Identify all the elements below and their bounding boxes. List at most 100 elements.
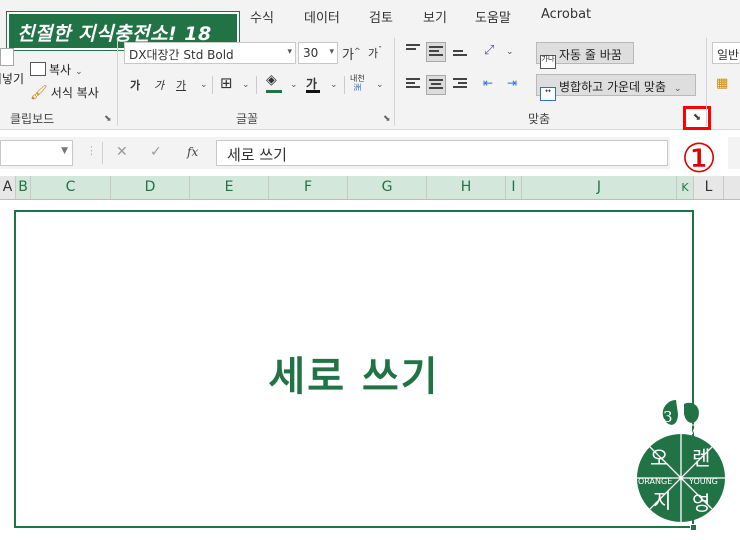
logo-char-bottom-right: 영 — [692, 491, 710, 515]
enter-icon[interactable]: ✓ — [150, 144, 162, 160]
group-separator — [117, 38, 118, 126]
divider — [102, 142, 103, 164]
column-header[interactable]: D — [111, 176, 190, 199]
phonetic-guide-button[interactable]: 내천 洲 — [350, 74, 365, 92]
orange-young-logo: 3 7 오 렌 ORANGE YOUNG 지 영 — [637, 400, 725, 522]
column-header[interactable]: L — [694, 176, 724, 199]
column-header[interactable]: A — [0, 176, 16, 199]
format-painter-icon: 🖌 — [30, 85, 48, 101]
group-separator — [706, 38, 707, 126]
copy-button[interactable]: 복사 ⌄ — [30, 61, 83, 78]
name-box[interactable]: ▼ — [0, 140, 73, 166]
font-color-swatch — [306, 90, 320, 93]
merge-center-icon: ↔ — [540, 87, 556, 101]
bottom-align-icon[interactable] — [453, 46, 467, 58]
fill-color-swatch — [266, 90, 282, 93]
borders-icon[interactable]: ⊞ — [220, 74, 233, 92]
grow-font-button[interactable]: 가^ — [342, 44, 361, 63]
alignment-group-label: 맞춤 — [528, 112, 551, 126]
font-size-select[interactable]: 30 ▾ — [298, 42, 338, 64]
logo-char-top-left: 오 — [650, 446, 668, 470]
currency-icon[interactable]: ▦ — [716, 76, 728, 91]
chevron-down-icon: ⌄ — [674, 84, 682, 94]
align-right-icon[interactable] — [453, 78, 467, 90]
clipboard-dialog-launcher-icon[interactable]: ⬊ — [104, 114, 112, 124]
grow-font-glyph: 가 — [342, 48, 354, 63]
clipboard-group-label: 클립보드 — [10, 112, 55, 126]
logo-number-left: 3 — [663, 408, 673, 426]
column-header[interactable]: C — [31, 176, 111, 199]
logo-char-bottom-left: 지 — [653, 489, 671, 513]
column-header[interactable]: F — [269, 176, 348, 199]
group-separator — [394, 38, 395, 126]
column-header[interactable]: I — [506, 176, 522, 199]
copy-label: 복사 — [49, 63, 72, 77]
column-header[interactable]: E — [190, 176, 269, 199]
number-format-select[interactable]: 일반 — [712, 42, 740, 64]
formula-input[interactable]: 세로 쓰기 — [216, 140, 668, 166]
logo-band-right: YOUNG — [688, 477, 718, 486]
tab-acrobat[interactable]: Acrobat — [541, 7, 591, 22]
column-header[interactable]: H — [427, 176, 506, 199]
worksheet-grid[interactable]: 세로 쓰기 — [0, 200, 740, 540]
font-group-label: 글꼴 — [236, 112, 259, 126]
drag-handle-icon[interactable]: ⋮ — [86, 144, 97, 157]
shrink-font-button[interactable]: 가ˇ — [368, 45, 382, 61]
italic-button[interactable]: 가 — [154, 77, 164, 93]
phonetic-bottom: 洲 — [353, 83, 362, 92]
ribbon: 수식 데이터 검토 보기 도움말 Acrobat 친절한 지식충전소! 18 붙… — [0, 0, 740, 130]
divider — [212, 76, 213, 94]
number-format-value: 일반 — [717, 48, 740, 62]
font-name-select[interactable]: DX대장간 Std Bold ▾ — [124, 42, 296, 64]
tab-review[interactable]: 검토 — [369, 7, 393, 26]
insert-function-button[interactable]: fx — [187, 145, 198, 159]
bold-button[interactable]: 가 — [130, 77, 140, 93]
column-headers: A B C D E F G H I J K L — [0, 176, 740, 200]
tab-view[interactable]: 보기 — [423, 7, 447, 26]
align-left-icon[interactable] — [406, 78, 420, 90]
decrease-indent-icon[interactable]: ⇤ — [483, 76, 493, 90]
paste-button-label[interactable]: 붙여넣기 — [0, 70, 24, 90]
top-align-icon[interactable] — [406, 44, 420, 56]
chevron-down-icon[interactable]: ▼ — [61, 146, 68, 156]
column-header[interactable]: G — [348, 176, 427, 199]
column-header[interactable]: K — [677, 176, 694, 199]
chevron-down-icon[interactable]: ⌄ — [290, 80, 298, 90]
chevron-down-icon[interactable]: ⌄ — [200, 80, 208, 90]
font-dialog-launcher-icon[interactable]: ⬊ — [383, 114, 391, 124]
tab-formulas[interactable]: 수식 — [250, 7, 274, 26]
chevron-down-icon: ▾ — [329, 47, 334, 57]
logo-band-left: ORANGE — [638, 477, 672, 486]
font-size-value: 30 — [303, 46, 319, 60]
merge-center-button[interactable]: ↔ 병합하고 가운데 맞춤 ⌄ — [536, 74, 696, 101]
chevron-down-icon[interactable]: ⌄ — [376, 80, 384, 90]
chevron-down-icon[interactable]: ⌄ — [242, 80, 250, 90]
tab-data[interactable]: 데이터 — [304, 7, 340, 26]
align-center-icon — [429, 79, 443, 91]
column-header[interactable]: B — [16, 176, 31, 199]
logo-leaf-right — [684, 402, 699, 423]
wrap-text-label: 자동 줄 바꿈 — [559, 48, 622, 62]
formula-bar: ▼ ⋮ ✕ ✓ fx 세로 쓰기 — [0, 137, 740, 169]
cancel-icon[interactable]: ✕ — [116, 144, 128, 160]
fill-color-icon[interactable]: ◈ — [266, 72, 277, 88]
orientation-icon[interactable]: ⤢ — [484, 43, 494, 58]
paste-label: 붙여넣기 — [0, 72, 24, 86]
column-header[interactable]: J — [522, 176, 677, 199]
tab-help[interactable]: 도움말 — [475, 7, 511, 26]
middle-align-icon — [429, 46, 443, 58]
increase-indent-icon[interactable]: ⇥ — [507, 76, 517, 90]
underline-button[interactable]: 가 — [176, 77, 186, 93]
shrink-font-glyph: 가 — [368, 47, 379, 60]
chevron-down-icon[interactable]: ⌄ — [506, 47, 514, 57]
format-painter-button[interactable]: 🖌 서식 복사 — [30, 84, 99, 101]
format-painter-label: 서식 복사 — [50, 86, 99, 100]
phonetic-top: 내천 — [350, 74, 365, 83]
paste-icon[interactable] — [0, 48, 14, 66]
chevron-down-icon: ▾ — [287, 47, 292, 57]
copy-icon — [30, 62, 46, 76]
wrap-text-icon: 가나 — [540, 55, 556, 69]
chevron-down-icon[interactable]: ⌄ — [330, 80, 338, 90]
wrap-text-button[interactable]: 가나 자동 줄 바꿈 — [536, 42, 634, 69]
logo-number-right: 7 — [689, 423, 697, 438]
